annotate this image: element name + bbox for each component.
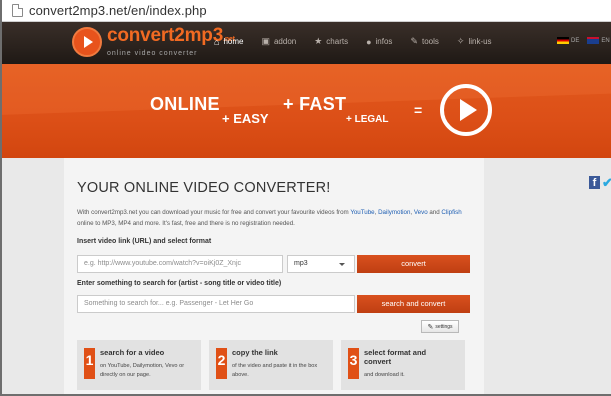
hero-equals: = xyxy=(414,102,423,118)
browser-window: convert2mp3.net/en/index.php convert2mp3… xyxy=(0,0,611,396)
step-card: 3 select format and convert and download… xyxy=(341,340,465,390)
home-icon: ⌂ xyxy=(214,36,220,47)
video-url-input[interactable]: e.g. http://www.youtube.com/watch?v=oiKj… xyxy=(77,255,283,273)
site-logo[interactable]: convert2mp3.net online video converter xyxy=(72,25,235,57)
nav-item-home[interactable]: ⌂ home xyxy=(214,36,243,47)
facebook-icon[interactable]: f xyxy=(589,176,600,189)
lang-label: EN xyxy=(601,37,610,44)
de-flag-icon xyxy=(557,37,569,44)
link-vevo[interactable]: Vevo xyxy=(414,209,428,216)
hero-online: ONLINE xyxy=(150,94,220,114)
address-bar[interactable]: convert2mp3.net/en/index.php xyxy=(2,0,611,22)
link-clipfish[interactable]: Clipfish xyxy=(441,209,461,216)
social-links: f ✔ xyxy=(589,176,611,189)
en-flag-icon xyxy=(587,37,600,44)
intro-text: With convert2mp3.net you can download yo… xyxy=(77,209,462,227)
step-card: 2 copy the link of the video and paste i… xyxy=(209,340,333,390)
twitter-icon[interactable]: ✔ xyxy=(602,176,611,189)
hero-banner: ONLINE + EASY + FAST + LEGAL = xyxy=(2,64,611,158)
play-logo-icon xyxy=(72,27,102,57)
step-number: 2 xyxy=(216,348,227,379)
settings-button[interactable]: ✎ settings xyxy=(421,320,459,333)
logo-tagline: online video converter xyxy=(107,50,198,57)
settings-label: settings xyxy=(435,323,453,330)
how-it-works: 1 search for a video on YouTube, Dailymo… xyxy=(77,340,473,390)
step-title: select format and convert xyxy=(364,348,427,366)
step-title: copy the link xyxy=(232,348,278,357)
step-card: 1 search for a video on YouTube, Dailymo… xyxy=(77,340,201,390)
nav-item-addon[interactable]: ▣ addon xyxy=(261,36,296,47)
url-text[interactable]: convert2mp3.net/en/index.php xyxy=(29,3,207,18)
step-title: search for a video xyxy=(100,348,165,357)
nav-item-link-us[interactable]: ✧ link-us xyxy=(457,36,492,47)
hero-easy: + EASY xyxy=(222,111,269,126)
puzzle-icon: ▣ xyxy=(261,36,270,46)
nav-item-label: charts xyxy=(326,37,349,46)
page-title: YOUR ONLINE VIDEO CONVERTER! xyxy=(77,180,331,196)
hero-legal: + LEGAL xyxy=(346,114,389,125)
main-nav: ⌂ home ▣ addon ★ charts ● infos ✎ tools … xyxy=(214,36,510,47)
format-value: mp3 xyxy=(294,260,308,267)
lang-de[interactable]: DE xyxy=(557,37,579,44)
site-header: convert2mp3.net online video converter ⌂… xyxy=(2,22,611,64)
lang-en[interactable]: EN xyxy=(587,37,610,44)
link-icon: ✧ xyxy=(456,36,465,46)
step-description: of the video and paste it in the box abo… xyxy=(232,363,318,378)
nav-item-label: link-us xyxy=(468,37,492,46)
step-description: and download it. xyxy=(364,372,405,378)
star-icon: ★ xyxy=(314,36,323,46)
tools-icon: ✎ xyxy=(410,36,418,46)
format-select[interactable]: mp3 xyxy=(287,255,355,273)
converter-panel: YOUR ONLINE VIDEO CONVERTER! With conver… xyxy=(64,158,484,394)
play-logo-icon xyxy=(440,84,492,136)
wrench-icon: ✎ xyxy=(427,323,434,331)
search-input[interactable]: Something to search for... e.g. Passenge… xyxy=(77,295,355,313)
step-number: 1 xyxy=(84,348,95,379)
info-icon: ● xyxy=(366,36,372,47)
nav-item-infos[interactable]: ● infos xyxy=(366,36,392,47)
convert-button[interactable]: convert xyxy=(357,255,470,273)
language-switcher: DE EN xyxy=(557,37,611,44)
link-youtube[interactable]: YouTube xyxy=(350,209,374,216)
hero-fast: + FAST xyxy=(283,94,347,114)
nav-item-label: home xyxy=(223,37,244,46)
nav-item-label: tools xyxy=(421,37,439,46)
nav-item-charts[interactable]: ★ charts xyxy=(314,36,348,47)
nav-item-label: infos xyxy=(375,37,393,46)
search-field-label: Enter something to search for (artist - … xyxy=(77,280,282,287)
link-dailymotion[interactable]: Dailymotion xyxy=(378,209,410,216)
nav-item-tools[interactable]: ✎ tools xyxy=(410,36,438,47)
search-and-convert-button[interactable]: search and convert xyxy=(357,295,470,313)
lang-label: DE xyxy=(571,37,580,44)
url-field-label: Insert video link (URL) and select forma… xyxy=(77,238,212,245)
logo-name: convert2mp3 xyxy=(107,25,224,46)
nav-item-label: addon xyxy=(273,37,297,46)
page-icon xyxy=(12,4,23,17)
chevron-down-icon xyxy=(339,263,345,266)
step-description: on YouTube, Dailymotion, Vevo or directl… xyxy=(100,363,185,378)
step-number: 3 xyxy=(348,348,359,379)
